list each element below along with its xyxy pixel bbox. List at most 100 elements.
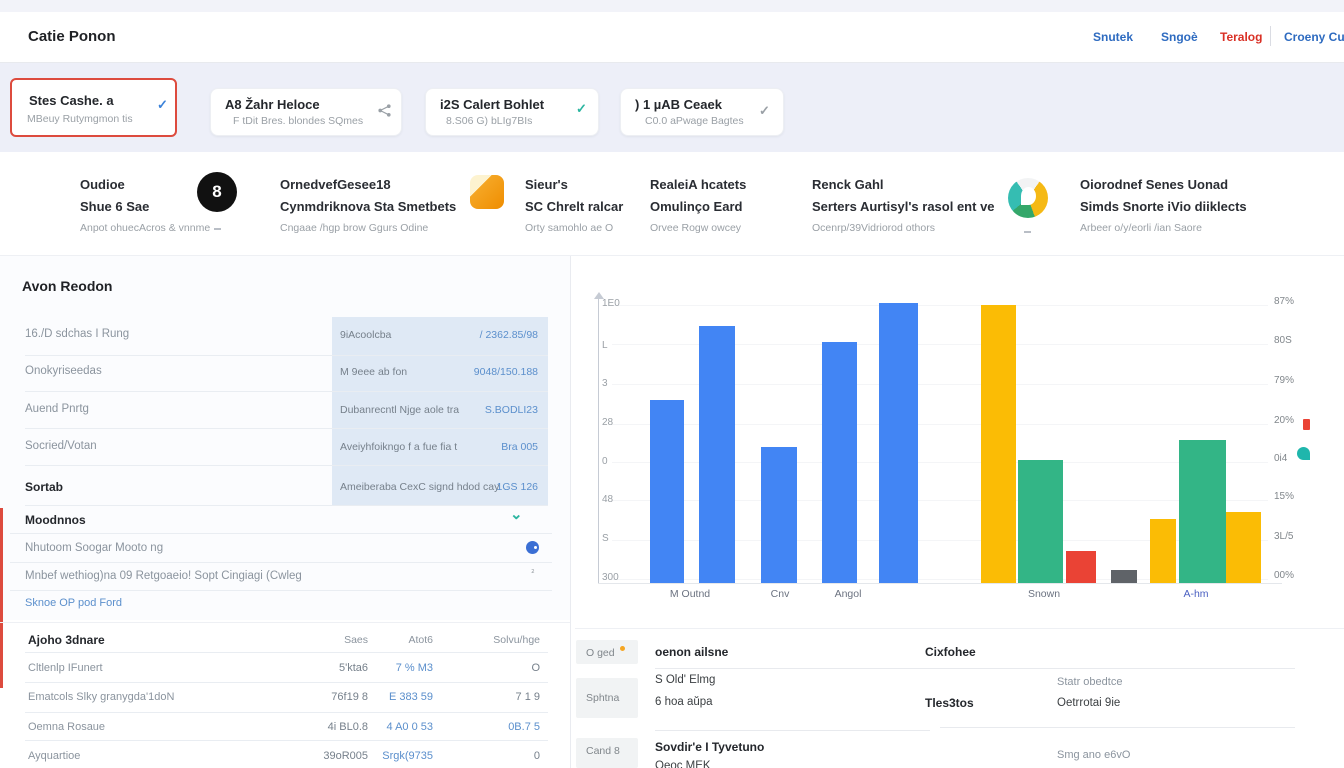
nav-divider [1270, 26, 1271, 46]
y-axis-right-tick-label: 20% [1274, 415, 1294, 426]
chevron-down-icon[interactable]: ⌄ [510, 505, 523, 523]
feature-subtitle: Anpot ohuecAcros & vnnme [80, 222, 210, 234]
y-axis-tick-label: 1E0 [602, 298, 620, 309]
row-tag[interactable]: O ged [576, 640, 638, 664]
row-divider [25, 712, 548, 713]
cell: 7 % M3 [353, 662, 433, 674]
stat-card-title: ) 1 µAB Ceaek [635, 97, 722, 112]
y-axis-tick-label: L [602, 340, 608, 351]
stat-card-2[interactable]: A8 Žahr Heloce F tDit Bres. blondes SQme… [210, 88, 402, 136]
check-icon: ✓ [759, 103, 770, 119]
pie-chart-icon[interactable] [1008, 178, 1048, 218]
row-label: Cltlenlp IFunert [28, 662, 103, 674]
chart-bar [1018, 460, 1063, 583]
feature-title: OrnedvefGesee18 [280, 177, 391, 192]
dashboard-page: Catie Ponon Snutek Sngoè Teralog Croeny … [0, 0, 1344, 768]
row-divider [25, 652, 548, 653]
dash-icon [1024, 231, 1031, 233]
stat-card-4[interactable]: ) 1 µAB Ceaek C0.0 aPwage Bagtes ✓ [620, 88, 784, 136]
row-label: Oemna Rosaue [28, 721, 105, 733]
x-axis-label: M Outnd [645, 588, 735, 600]
entry-title: oenon ailsne [655, 645, 728, 659]
column-header[interactable]: Atot6 [353, 634, 433, 646]
row-value: S.BODLI23 [388, 404, 538, 416]
nav-link-1[interactable]: Snutek [1093, 30, 1133, 44]
row-label: 16./D sdchas I Rung [25, 328, 129, 340]
stat-card-subtitle: C0.0 aPwage Bagtes [645, 115, 744, 127]
cell: 0B.7 5 [460, 721, 540, 733]
status-dot-icon[interactable] [526, 541, 539, 554]
row-tag[interactable]: Sphtna [576, 678, 638, 718]
chart-gridline [612, 305, 1268, 306]
feature-title: Oudioe [80, 177, 125, 192]
red-annotation-line [0, 508, 3, 688]
chart-bar [650, 400, 684, 583]
top-strip [0, 0, 1344, 12]
cell: O [460, 662, 540, 674]
x-axis-label: A-hm [1151, 588, 1241, 600]
chart-bar [879, 303, 918, 583]
y-axis-tick-label: 48 [602, 494, 613, 505]
row-label: Socried/Votan [25, 440, 97, 452]
stat-card-selected[interactable]: Stes Cashe. a MBeuy Rutymgmon tis ✓ [10, 78, 177, 137]
chart-bar [1111, 570, 1137, 583]
panel-title: Avon Reodon [22, 278, 112, 294]
table-title: Ajoho 3dnare [28, 633, 105, 647]
cell: E 383 59 [353, 691, 433, 703]
nav-link-4[interactable]: Croeny Cuon [1284, 30, 1344, 44]
feature-title-2: Omulinço Eard [650, 199, 742, 214]
stat-card-subtitle: MBeuy Rutymgmon tis [27, 113, 133, 125]
chart-bar [761, 447, 797, 583]
chart-bar [1226, 512, 1261, 583]
chart-gridline [612, 579, 1268, 580]
feature-subtitle: Ocenrp/39Vidriorod othors [812, 222, 935, 234]
share-icon [377, 103, 392, 118]
stat-card-title: A8 Žahr Heloce [225, 97, 320, 112]
y-axis-right-tick-label: 87% [1274, 296, 1294, 307]
entry-line: 6 hoa aŭpa [655, 696, 713, 708]
panel-link[interactable]: Sknoe OP pod Ford [25, 597, 122, 609]
row-label: Tles3tos [925, 696, 974, 710]
row-divider [25, 740, 548, 741]
sync-icon[interactable]: ᒾ [531, 568, 535, 581]
feature-title: Sieur's [525, 177, 568, 192]
chart-gridline [612, 344, 1268, 345]
divider [940, 727, 1295, 728]
entry-line: S Old' Elmg [655, 674, 715, 686]
stat-card-3[interactable]: i2S Calert Bohlet 8.S06 G) bLIg7BIs ✓ [425, 88, 599, 136]
entry-line: Oeoc MEK [655, 760, 711, 768]
check-icon: ✓ [576, 101, 587, 117]
orange-logo-icon[interactable] [470, 175, 504, 209]
y-axis-right-tick-label: 15% [1274, 491, 1294, 502]
row-value: Bra 005 [388, 441, 538, 453]
row-label: Auend Pnrtg [25, 403, 89, 415]
y-axis-line [598, 299, 599, 584]
stat-card-subtitle: 8.S06 G) bLIg7BIs [446, 115, 532, 127]
list-item-label: Mnbef wethiog)na 09 Retgoaeio! Sopt Cing… [25, 570, 302, 582]
feature-title-2: Shue 6 Sae [80, 199, 149, 214]
chart-bar [981, 305, 1016, 583]
chart-gridline [612, 500, 1268, 501]
tag-label: O ged [586, 647, 615, 659]
cell: 0 [460, 750, 540, 762]
row-line: Statr obedtce [1057, 676, 1122, 688]
row-tag[interactable]: Cand 8 [576, 738, 638, 768]
github-icon[interactable]: 8 [197, 172, 237, 212]
feature-title-2: Cynmdriknova Sta Smetbets [280, 199, 456, 214]
footer-text: Smg ano e6vO [1057, 749, 1130, 761]
row-label: Sortab [25, 480, 63, 494]
row-divider [25, 682, 548, 683]
nav-link-3[interactable]: Teralog [1220, 30, 1262, 44]
y-axis-arrow [594, 292, 604, 299]
cell: 7 1 9 [460, 691, 540, 703]
section-divider [0, 622, 570, 623]
nav-link-2[interactable]: Sngoè [1161, 30, 1198, 44]
y-axis-tick-label: 28 [602, 417, 613, 428]
expander-label: Moodnnos [25, 513, 86, 527]
column-header[interactable]: Solvu/hge [460, 634, 540, 646]
y-axis-tick-label: S [602, 533, 609, 544]
tag-label: Sphtna [586, 692, 619, 704]
y-axis-right-tick-label: 79% [1274, 375, 1294, 386]
stat-card-subtitle: F tDit Bres. blondes SQmes [233, 115, 363, 127]
chart-gridline [612, 462, 1268, 463]
